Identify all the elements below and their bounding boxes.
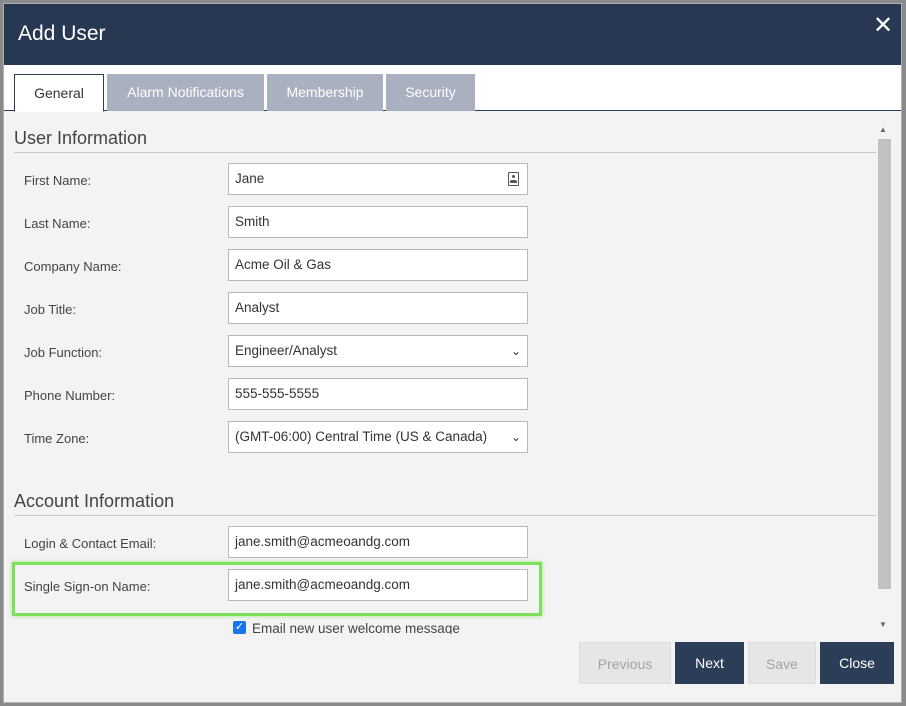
sso-name-label: Single Sign-on Name: [24,579,151,594]
login-email-label: Login & Contact Email: [24,536,157,551]
previous-button[interactable]: Previous [579,642,671,684]
dialog-title: Add User [18,22,106,45]
last-name-label: Last Name: [24,216,91,231]
tab-bar: General Alarm Notifications Membership S… [4,65,901,112]
job-title-input[interactable]: Analyst [228,292,528,324]
first-name-input[interactable]: Jane [228,163,528,195]
welcome-message-checkbox[interactable]: ✓ [233,621,246,634]
job-function-label: Job Function: [24,345,103,360]
first-name-label: First Name: [24,173,92,188]
chevron-down-icon: ⌄ [510,430,521,444]
time-zone-value: (GMT-06:00) Central Time (US & Canada) [235,429,488,444]
close-icon[interactable]: ✕ [871,14,895,38]
phone-number-input[interactable]: 555-555-5555 [228,378,528,410]
job-function-select[interactable]: Engineer/Analyst ⌄ [228,335,528,367]
chevron-down-icon: ⌄ [510,344,521,358]
contact-card-icon[interactable] [508,172,519,186]
phone-number-label: Phone Number: [24,388,116,403]
login-email-input[interactable]: jane.smith@acmeoandg.com [228,526,528,558]
company-name-label: Company Name: [24,259,122,274]
scroll-up-icon[interactable]: ▲ [879,125,887,134]
last-name-input[interactable]: Smith [228,206,528,238]
sso-name-input[interactable]: jane.smith@acmeoandg.com [228,569,528,601]
scrollbar-thumb[interactable] [878,139,891,589]
add-user-dialog: Add User ✕ General Alarm Notifications M… [3,3,902,703]
time-zone-select[interactable]: (GMT-06:00) Central Time (US & Canada) ⌄ [228,421,528,453]
tab-alarm-notifications[interactable]: Alarm Notifications [107,74,264,111]
section-title-account-information: Account Information [14,491,175,511]
close-button[interactable]: Close [820,642,894,684]
content-fade [4,634,564,640]
section-divider [14,152,876,153]
tab-general[interactable]: General [14,74,104,112]
tab-security[interactable]: Security [386,74,475,111]
first-name-value: Jane [235,171,265,186]
section-title-user-information: User Information [14,128,148,148]
job-function-value: Engineer/Analyst [235,343,338,358]
dialog-titlebar: Add User ✕ [4,4,901,65]
section-divider [14,515,876,516]
save-button[interactable]: Save [748,642,816,684]
job-title-label: Job Title: [24,302,77,317]
scroll-down-icon[interactable]: ▼ [879,620,887,629]
company-name-input[interactable]: Acme Oil & Gas [228,249,528,281]
time-zone-label: Time Zone: [24,431,90,446]
next-button[interactable]: Next [675,642,744,684]
tab-membership[interactable]: Membership [267,74,383,111]
